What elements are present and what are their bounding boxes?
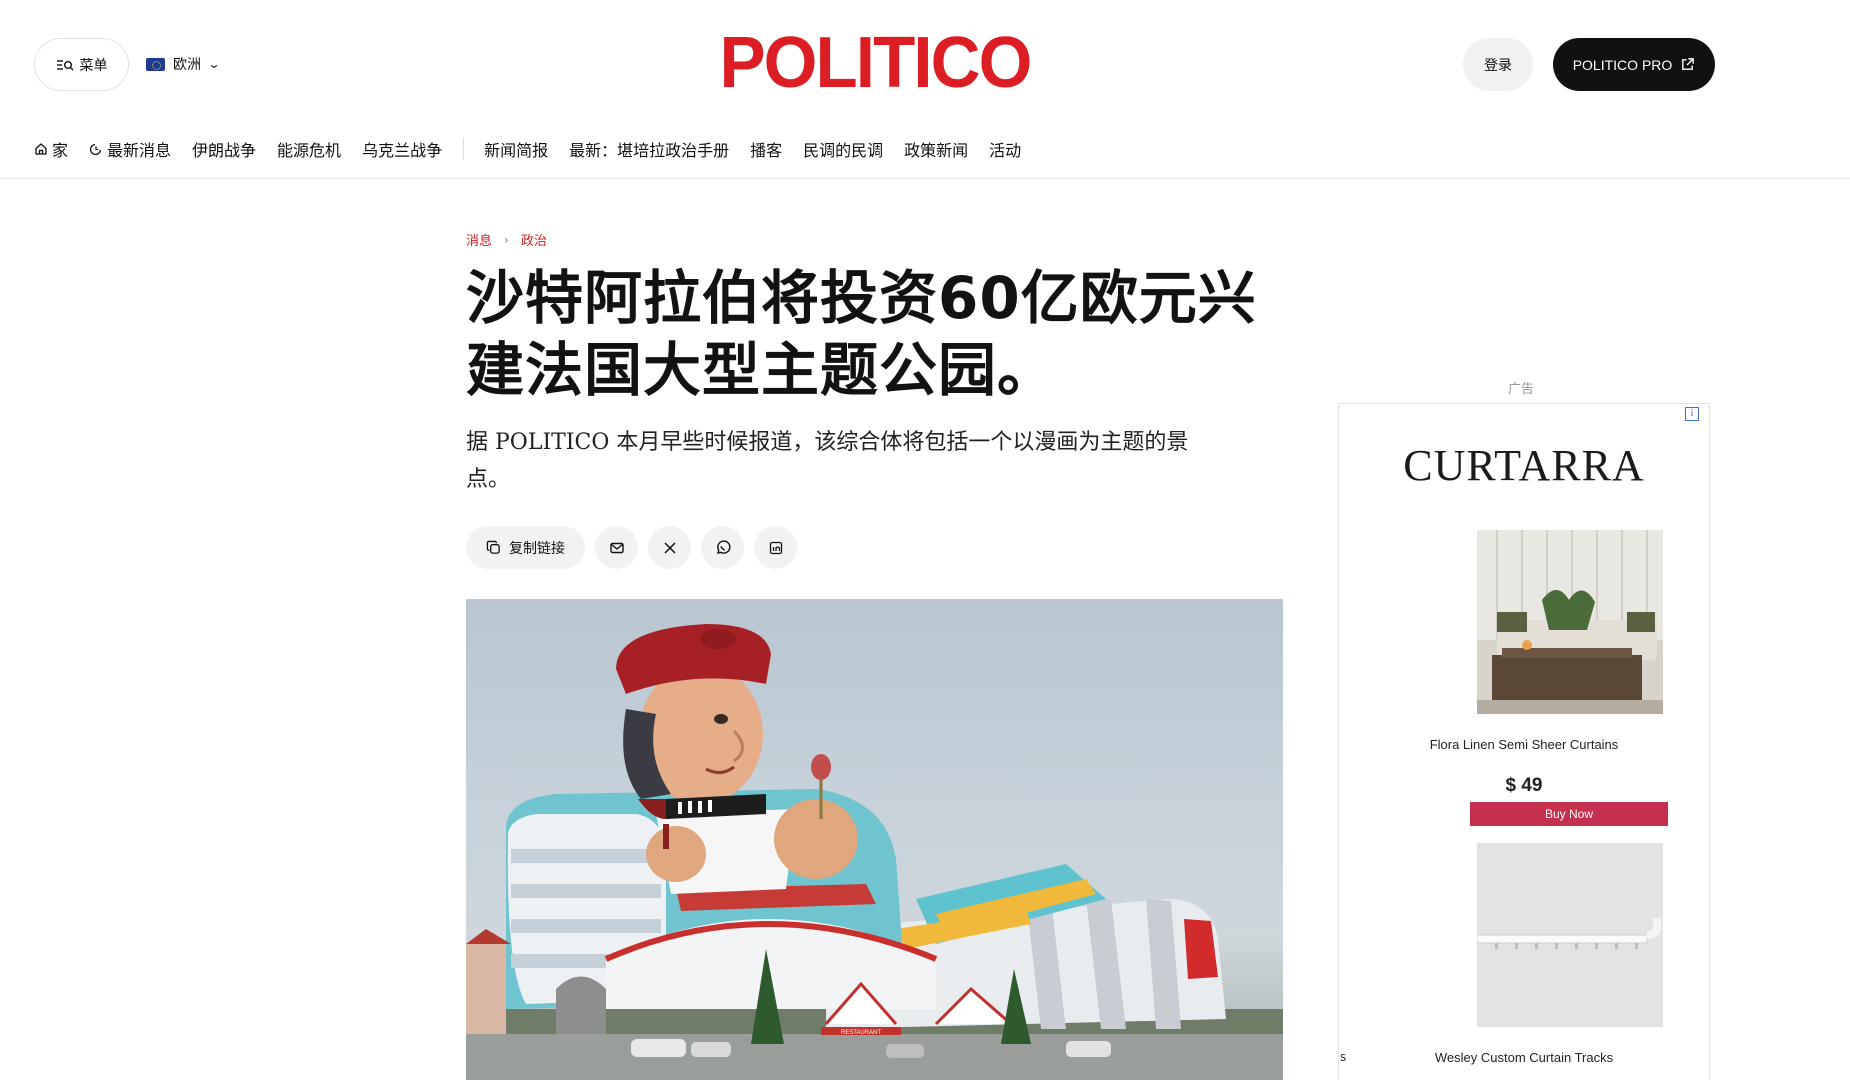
copy-link-label: 复制链接 xyxy=(509,540,565,557)
article-dek: 据 POLITICO 本月早些时候报道，该综合体将包括一个以漫画为主题的景 点。 xyxy=(466,424,1276,498)
breadcrumb: 消息 › 政治 xyxy=(466,230,547,250)
article-hero-image: RESTAURANT xyxy=(466,599,1283,1080)
dek-line-1: 据 POLITICO 本月早些时候报道，该综合体将包括一个以漫画为主题的景 xyxy=(466,430,1189,455)
share-linkedin-button[interactable] xyxy=(754,526,797,569)
pro-label: POLITICO PRO xyxy=(1572,56,1673,73)
menu-button[interactable]: 菜单 xyxy=(34,38,129,91)
product-image-tracks[interactable] xyxy=(1477,843,1663,1027)
politico-pro-button[interactable]: POLITICO PRO xyxy=(1553,38,1715,91)
chevron-down-icon: ⌄ xyxy=(207,57,221,71)
dek-line-2: 点。 xyxy=(466,467,511,492)
headline-line-1: 沙特阿拉伯将投资60亿欧元兴 xyxy=(466,264,1257,332)
buy-now-button[interactable]: Buy Now xyxy=(1470,802,1668,826)
nav-item-latest[interactable]: 最新消息 xyxy=(89,137,171,161)
main-nav: 家 最新消息 伊朗战争 能源危机 乌克兰战争 新闻简报 最新：堪培拉政治手册 播… xyxy=(34,134,1042,164)
region-selector[interactable]: 欧洲 ⌄ xyxy=(146,50,221,78)
living-room-photo xyxy=(1477,530,1663,714)
mail-icon xyxy=(609,542,624,553)
nav-item-podcasts[interactable]: 播客 xyxy=(750,137,782,161)
ad-label: 广告 xyxy=(1508,382,1535,397)
whatsapp-icon xyxy=(716,539,731,554)
restaurant-sign-text: RESTAURANT xyxy=(841,1030,882,1036)
menu-label: 菜单 xyxy=(79,57,108,74)
nav-divider-line xyxy=(0,178,1850,179)
ad-edge-text: s xyxy=(1340,1050,1347,1064)
share-bar: 复制链接 xyxy=(466,526,797,569)
clock-icon xyxy=(89,143,102,156)
nav-item-poll-of-polls[interactable]: 民调的民调 xyxy=(803,137,883,161)
article-headline: 沙特阿拉伯将投资60亿欧元兴 建法国大型主题公园。 xyxy=(466,262,1286,406)
product-name[interactable]: Flora Linen Semi Sheer Curtains xyxy=(1339,737,1709,752)
theme-park-king-illustration: RESTAURANT xyxy=(466,624,1283,1080)
nav-item-policy-news[interactable]: 政策新闻 xyxy=(904,137,968,161)
nav-item-iran-war[interactable]: 伊朗战争 xyxy=(192,137,256,161)
x-logo-icon xyxy=(663,541,676,554)
eu-flag-icon xyxy=(146,57,165,71)
politico-logo[interactable]: POLITICO xyxy=(717,27,1034,99)
share-x-button[interactable] xyxy=(648,526,691,569)
login-button[interactable]: 登录 xyxy=(1463,38,1533,91)
external-link-icon xyxy=(1682,58,1695,70)
site-header: 菜单 欧洲 ⌄ POLITICO 登录 POLITICO PRO xyxy=(0,0,1850,128)
breadcrumb-news[interactable]: 消息 xyxy=(466,230,492,249)
nav-label: 最新消息 xyxy=(107,141,172,160)
linkedin-icon xyxy=(769,541,782,554)
headline-line-2: 建法国大型主题公园。 xyxy=(466,336,1057,404)
nav-item-events[interactable]: 活动 xyxy=(989,137,1021,161)
share-email-button[interactable] xyxy=(595,526,638,569)
nav-item-ukraine-war[interactable]: 乌克兰战争 xyxy=(362,137,442,161)
ad-unit[interactable]: i CURTARRA Flora Linen Semi Sheer Curtai… xyxy=(1338,403,1710,1080)
ad-info-icon[interactable]: i xyxy=(1685,407,1699,421)
share-whatsapp-button[interactable] xyxy=(701,526,744,569)
nav-item-home[interactable]: 家 xyxy=(34,137,68,161)
copy-icon xyxy=(486,540,500,554)
nav-item-newsletters[interactable]: 新闻简报 xyxy=(484,137,548,161)
breadcrumb-politics[interactable]: 政治 xyxy=(521,230,547,249)
product-price: $ 49 xyxy=(1505,775,1543,796)
ad-brand-logo[interactable]: CURTARRA xyxy=(1339,440,1709,491)
home-icon xyxy=(35,143,47,155)
product-image-curtains[interactable] xyxy=(1477,530,1663,714)
nav-item-energy-crisis[interactable]: 能源危机 xyxy=(277,137,341,161)
chevron-right-icon: › xyxy=(504,232,509,247)
nav-divider xyxy=(463,138,465,160)
copy-link-button[interactable]: 复制链接 xyxy=(466,526,585,569)
curtain-track-photo xyxy=(1477,843,1663,1027)
nav-label: 家 xyxy=(52,141,69,160)
region-label: 欧洲 xyxy=(173,57,201,73)
nav-item-canberra-playbook[interactable]: 最新：堪培拉政治手册 xyxy=(569,137,729,161)
product-name[interactable]: Wesley Custom Curtain Tracks xyxy=(1339,1050,1709,1065)
menu-search-icon xyxy=(56,59,73,70)
